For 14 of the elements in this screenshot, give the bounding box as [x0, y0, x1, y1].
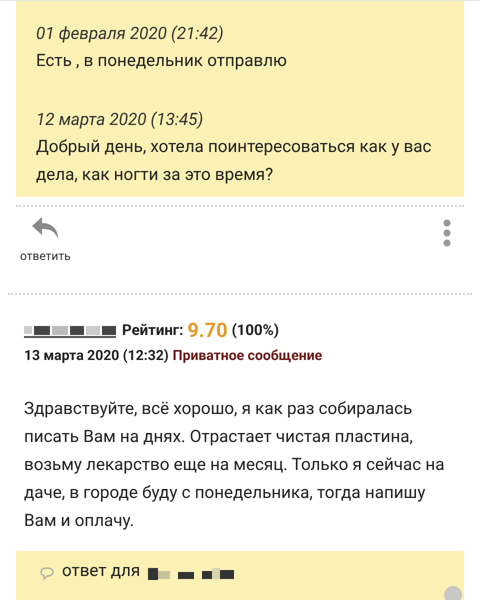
reply-button[interactable]: ответить [16, 215, 71, 265]
message-text: Есть , в понедельник отправлю [36, 50, 288, 73]
more-icon[interactable] [442, 219, 452, 247]
rating-percent: (100%) [232, 320, 279, 341]
message-text: Добрый день, хотела поинтересоваться как у вас дела, как ногти за это время? [36, 136, 432, 187]
speech-bubble-icon [40, 566, 54, 580]
private-message-label: Приватное сообщение [172, 346, 322, 366]
message-date: 12 марта 2020 (13:45) [36, 109, 204, 132]
message-date: 01 февраля 2020 (21:42) [36, 23, 225, 46]
rating-value: 9.70 [187, 320, 228, 340]
post-date: 13 марта 2020 (12:32) [24, 346, 169, 366]
message-text: Здравствуйте, всё хорошо, я как раз собиралась писать Вам на днях. Отрастает чистая пластина, возьму лекарство еще на месяц. Только я сейчас на даче, в городе буду с понедельника, тогда напишу Вам и оплачу. [24, 398, 446, 532]
reply-to-label: ответ для [62, 560, 140, 582]
rating-label: Рейтинг: [122, 320, 184, 341]
